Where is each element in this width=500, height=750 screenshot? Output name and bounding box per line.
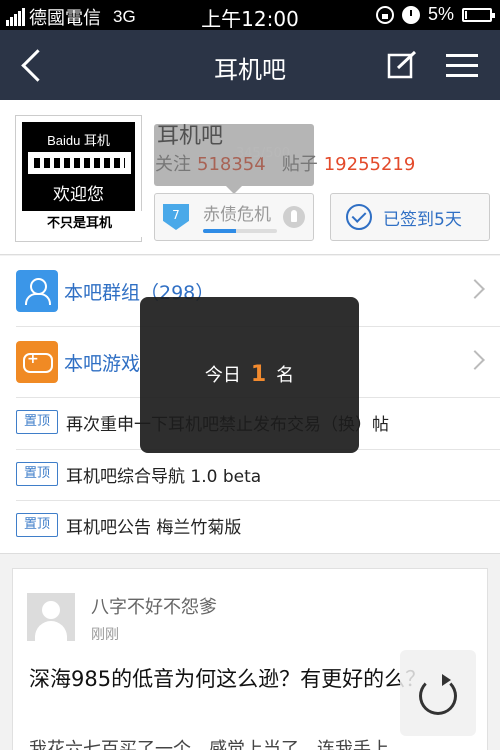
chevron-right-icon [465,279,485,299]
post-time: 刚刚 [91,627,119,643]
logo-slogan: 不只是耳机 [16,211,143,237]
toast-prefix: 今日 [204,365,241,386]
page-title: 耳机吧 [214,56,286,84]
signin-label: 已签到5天 [383,210,462,230]
refresh-icon [419,674,457,715]
pinned-tag: 置顶 [16,410,58,434]
logo-graphic [28,152,131,174]
chevron-right-icon [465,350,485,370]
alarm-clock-icon [401,5,420,24]
pinned-tag: 置顶 [16,462,58,486]
post-author[interactable]: 八字不好不怨爹 [91,593,217,619]
level-badge-icon: 7 [163,204,189,230]
signin-button[interactable]: 已签到5天 [330,193,490,241]
level-button[interactable]: 7 赤债危机 [154,193,314,241]
posts-count: 19255219 [323,154,416,175]
pinned-tag: 置顶 [16,513,58,537]
pinned-post[interactable]: 置顶 耳机吧公告 梅兰竹菊版 [0,501,500,551]
nav-bar: 耳机吧 [0,30,500,100]
pinned-post-title: 耳机吧公告 梅兰竹菊版 [66,518,242,538]
battery-percent: 5% [427,4,454,24]
edit-post-icon[interactable] [386,50,418,80]
pinned-post[interactable]: 置顶 耳机吧综合导航 1.0 beta [0,450,500,500]
logo-brand: Baidu 耳机 [47,133,110,148]
toast-suffix: 名 [276,365,295,386]
level-tooltip-text: 345/500 [236,146,291,161]
avatar[interactable] [27,593,75,641]
gamepad-icon [16,341,58,383]
pinned-post-title: 耳机吧综合导航 1.0 beta [66,467,262,487]
rotation-lock-icon [375,5,394,24]
post-excerpt: 我花六七百买了一个，感觉上当了，连我手上 [29,739,389,750]
rocket-icon [283,206,305,228]
logo-welcome: 欢迎您 [53,185,104,205]
menu-icon[interactable] [444,52,480,80]
forum-logo[interactable]: Baidu 耳机 欢迎您 不只是耳机 [15,115,143,242]
toast-rank: 1 [250,362,267,387]
check-circle-icon [346,204,372,230]
refresh-button[interactable] [400,650,476,736]
toast-message: 今日 1 名 [140,361,359,387]
status-bar: 德國電信 3G 上午12:00 5% [0,0,500,31]
level-name: 赤债危机 [203,205,271,225]
menu-item-label: 本吧游戏 [64,353,141,375]
level-progress-bar [203,229,277,233]
group-icon [16,270,58,312]
signin-rank-toast: 今日 1 名 [140,297,359,453]
battery-icon [462,7,495,22]
